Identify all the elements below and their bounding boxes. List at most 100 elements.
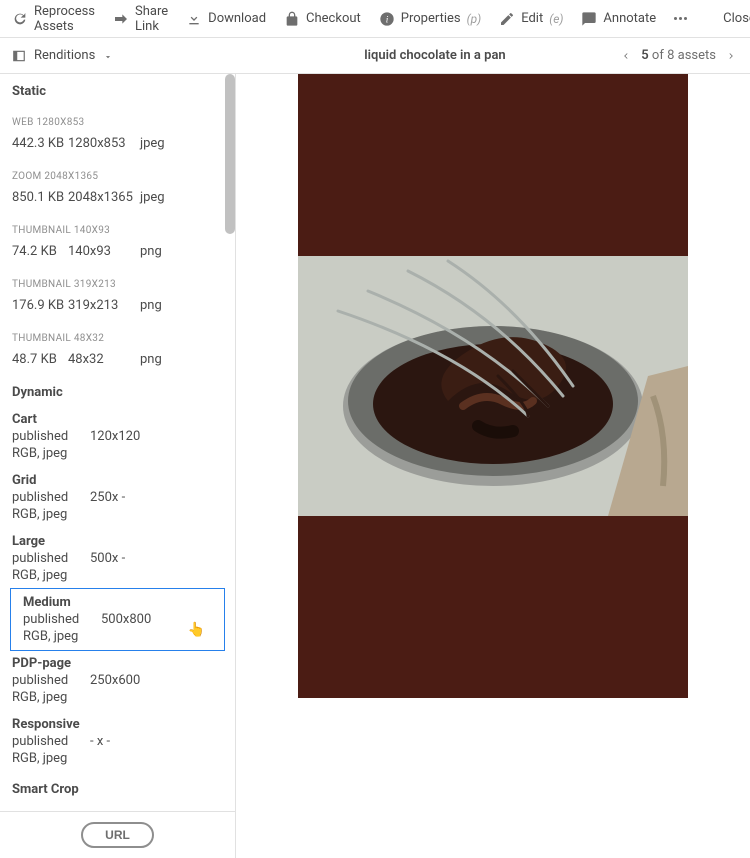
asset-navigation: 5 of 8 assets xyxy=(619,48,738,63)
dynamic-rendition-format: RGB, jpeg xyxy=(12,568,223,583)
dynamic-rendition-name: Medium xyxy=(13,595,222,610)
preview-image xyxy=(298,256,688,516)
refresh-icon xyxy=(12,11,28,27)
dynamic-rendition-dims: - x - xyxy=(90,734,110,749)
edit-button[interactable]: Edit (e) xyxy=(499,11,563,27)
rendition-dims: 1280x853 xyxy=(68,136,140,151)
top-toolbar: Reprocess Assets Share Link Download Che… xyxy=(0,0,750,38)
rendition-dims: 48x32 xyxy=(68,352,140,367)
dynamic-rendition-item[interactable]: Medium published500x800 RGB, jpeg👆 xyxy=(10,588,225,651)
svg-text:i: i xyxy=(385,15,388,25)
rendition-format: jpeg xyxy=(140,190,223,205)
rendition-format: jpeg xyxy=(140,136,223,151)
smartcrop-section-title: Smart Crop xyxy=(0,772,235,803)
dynamic-rendition-status: published xyxy=(12,734,90,749)
reprocess-label: Reprocess Assets xyxy=(34,4,95,34)
dynamic-rendition-name: Large xyxy=(12,534,223,549)
preview-image-container xyxy=(298,74,688,698)
dynamic-rendition-status: published xyxy=(23,612,101,627)
dynamic-rendition-item[interactable]: Responsive published- x - RGB, jpeg xyxy=(0,711,235,772)
prev-asset-button[interactable] xyxy=(619,49,633,63)
url-button[interactable]: URL xyxy=(81,822,154,848)
rendition-dims: 319x213 xyxy=(68,298,140,313)
share-link-label: Share Link xyxy=(135,4,168,34)
reprocess-button[interactable]: Reprocess Assets xyxy=(12,4,95,34)
comment-icon xyxy=(581,11,597,27)
dynamic-rendition-format: RGB, jpeg xyxy=(12,507,223,522)
static-rendition-row[interactable]: 850.1 KB2048x1365jpeg xyxy=(0,186,235,213)
properties-shortcut: (p) xyxy=(467,12,482,26)
dynamic-rendition-status: published xyxy=(12,429,90,444)
checkout-button[interactable]: Checkout xyxy=(284,11,361,27)
static-rendition-row[interactable]: 176.9 KB319x213png xyxy=(0,294,235,321)
rendition-size: 442.3 KB xyxy=(12,136,68,151)
preview-area xyxy=(236,74,750,858)
download-label: Download xyxy=(208,11,266,26)
dynamic-rendition-name: Grid xyxy=(12,473,223,488)
dynamic-rendition-dims: 120x120 xyxy=(90,429,140,444)
more-menu-button[interactable] xyxy=(674,17,687,20)
rendition-format: png xyxy=(140,352,223,367)
dynamic-rendition-dims: 250x600 xyxy=(90,673,140,688)
url-bar: URL xyxy=(0,811,235,858)
properties-label: Properties xyxy=(401,11,461,26)
static-rendition-label: ZOOM 2048X1365 xyxy=(0,159,235,186)
static-rendition-label: THUMBNAIL 319X213 xyxy=(0,267,235,294)
rendition-size: 176.9 KB xyxy=(12,298,68,313)
dynamic-rendition-item[interactable]: Large published500x - RGB, jpeg xyxy=(0,528,235,589)
dynamic-rendition-name: PDP-page xyxy=(12,656,223,671)
scrollbar-thumb[interactable] xyxy=(225,74,235,234)
rendition-size: 48.7 KB xyxy=(12,352,68,367)
static-rendition-row[interactable]: 74.2 KB140x93png xyxy=(0,240,235,267)
dynamic-rendition-item[interactable]: Grid published250x - RGB, jpeg xyxy=(0,467,235,528)
cursor-hand-icon: 👆 xyxy=(188,622,205,638)
static-rendition-row[interactable]: 442.3 KB1280x853jpeg xyxy=(0,132,235,159)
rendition-format: png xyxy=(140,298,223,313)
dynamic-rendition-item[interactable]: Cart published120x120 RGB, jpeg xyxy=(0,406,235,467)
rendition-dims: 140x93 xyxy=(68,244,140,259)
dynamic-rendition-status: published xyxy=(12,551,90,566)
dynamic-rendition-format: RGB, jpeg xyxy=(12,751,223,766)
renditions-sidebar: Static WEB 1280X853442.3 KB1280x853jpegZ… xyxy=(0,74,236,858)
dynamic-section-title: Dynamic xyxy=(0,375,235,406)
renditions-dropdown[interactable]: Renditions xyxy=(12,48,113,63)
asset-title: liquid chocolate in a pan xyxy=(364,48,505,63)
rendition-dims: 2048x1365 xyxy=(68,190,140,205)
properties-button[interactable]: i Properties (p) xyxy=(379,11,481,27)
dynamic-rendition-name: Cart xyxy=(12,412,223,427)
close-button[interactable]: Close xyxy=(723,11,750,26)
info-icon: i xyxy=(379,11,395,27)
static-rendition-label: THUMBNAIL 48X32 xyxy=(0,321,235,348)
annotate-button[interactable]: Annotate xyxy=(581,11,656,27)
dynamic-rendition-status: published xyxy=(12,673,90,688)
share-icon xyxy=(113,11,129,27)
static-rendition-row[interactable]: 48.7 KB48x32png xyxy=(0,348,235,375)
dynamic-rendition-name: Responsive xyxy=(12,717,223,732)
download-icon xyxy=(186,11,202,27)
renditions-label: Renditions xyxy=(34,48,95,63)
rendition-format: png xyxy=(140,244,223,259)
total-count: 8 xyxy=(667,48,674,63)
annotate-label: Annotate xyxy=(603,11,656,26)
dynamic-rendition-dims: 500x - xyxy=(90,551,125,566)
dynamic-rendition-dims: 250x - xyxy=(90,490,125,505)
edit-shortcut: (e) xyxy=(549,12,563,26)
dynamic-rendition-format: RGB, jpeg xyxy=(12,446,223,461)
pencil-icon xyxy=(499,11,515,27)
share-link-button[interactable]: Share Link xyxy=(113,4,168,34)
edit-label: Edit xyxy=(521,11,543,26)
panel-icon xyxy=(12,49,26,63)
current-index: 5 xyxy=(641,48,648,63)
static-rendition-label: WEB 1280X853 xyxy=(0,105,235,132)
sidebar-scroll[interactable]: Static WEB 1280X853442.3 KB1280x853jpegZ… xyxy=(0,74,235,811)
dynamic-rendition-status: published xyxy=(12,490,90,505)
lock-icon xyxy=(284,11,300,27)
dynamic-rendition-dims: 500x800 xyxy=(101,612,151,627)
dynamic-rendition-item[interactable]: PDP-page published250x600 RGB, jpeg xyxy=(0,650,235,711)
next-asset-button[interactable] xyxy=(724,49,738,63)
rendition-size: 74.2 KB xyxy=(12,244,68,259)
main-area: Static WEB 1280X853442.3 KB1280x853jpegZ… xyxy=(0,74,750,858)
dynamic-rendition-format: RGB, jpeg xyxy=(12,690,223,705)
static-section-title: Static xyxy=(0,74,235,105)
download-button[interactable]: Download xyxy=(186,11,266,27)
